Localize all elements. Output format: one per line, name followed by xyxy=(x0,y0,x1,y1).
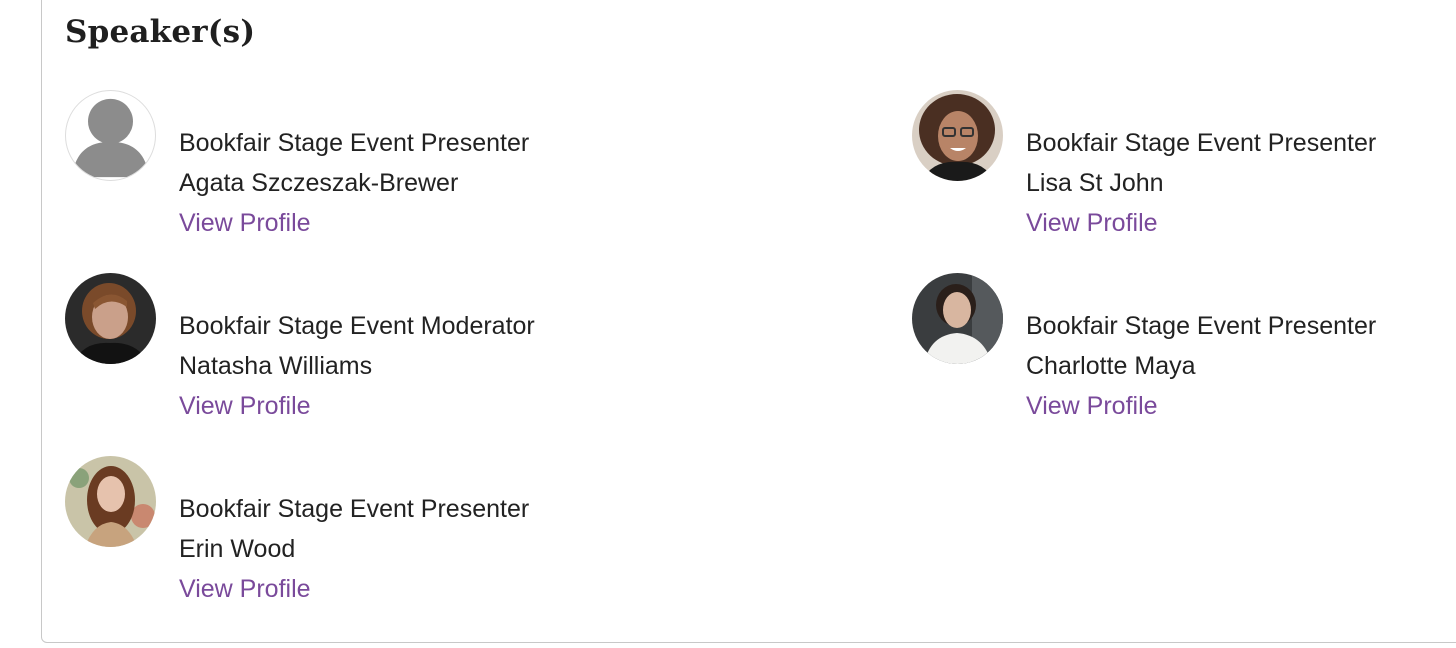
view-profile-link[interactable]: View Profile xyxy=(179,203,311,243)
view-profile-link[interactable]: View Profile xyxy=(179,569,311,609)
speaker-role: Bookfair Stage Event Presenter xyxy=(1026,312,1377,340)
speaker-role: Bookfair Stage Event Moderator xyxy=(179,312,535,340)
speaker-name: Erin Wood xyxy=(179,535,296,563)
speaker-photo xyxy=(65,273,156,364)
speaker-card: Bookfair Stage Event Presenter Erin Wood… xyxy=(65,456,585,606)
speaker-info: Bookfair Stage Event Presenter Agata Szc… xyxy=(179,123,529,243)
speaker-info: Bookfair Stage Event Presenter Charlotte… xyxy=(1026,306,1376,426)
view-profile-link[interactable]: View Profile xyxy=(179,386,311,426)
speaker-card: Bookfair Stage Event Moderator Natasha W… xyxy=(65,273,585,423)
speaker-photo xyxy=(65,456,156,547)
default-avatar-icon xyxy=(65,90,156,181)
speaker-name: Charlotte Maya xyxy=(1026,352,1196,380)
speaker-name: Agata Szczeszak-Brewer xyxy=(179,169,459,197)
speaker-card: Bookfair Stage Event Presenter Agata Szc… xyxy=(65,90,585,240)
speaker-info: Bookfair Stage Event Presenter Lisa St J… xyxy=(1026,123,1376,243)
section-title: Speaker(s) xyxy=(65,14,256,50)
view-profile-link[interactable]: View Profile xyxy=(1026,386,1158,426)
view-profile-link[interactable]: View Profile xyxy=(1026,203,1158,243)
speaker-role: Bookfair Stage Event Presenter xyxy=(1026,129,1377,157)
speaker-name: Natasha Williams xyxy=(179,352,373,380)
speaker-role: Bookfair Stage Event Presenter xyxy=(179,129,530,157)
speaker-name: Lisa St John xyxy=(1026,169,1164,197)
speaker-card: Bookfair Stage Event Presenter Charlotte… xyxy=(912,273,1432,423)
speaker-info: Bookfair Stage Event Moderator Natasha W… xyxy=(179,306,535,426)
speaker-role: Bookfair Stage Event Presenter xyxy=(179,495,530,523)
speaker-photo xyxy=(912,90,1003,181)
speaker-card: Bookfair Stage Event Presenter Lisa St J… xyxy=(912,90,1432,240)
speaker-info: Bookfair Stage Event Presenter Erin Wood… xyxy=(179,489,529,609)
speaker-photo xyxy=(912,273,1003,364)
